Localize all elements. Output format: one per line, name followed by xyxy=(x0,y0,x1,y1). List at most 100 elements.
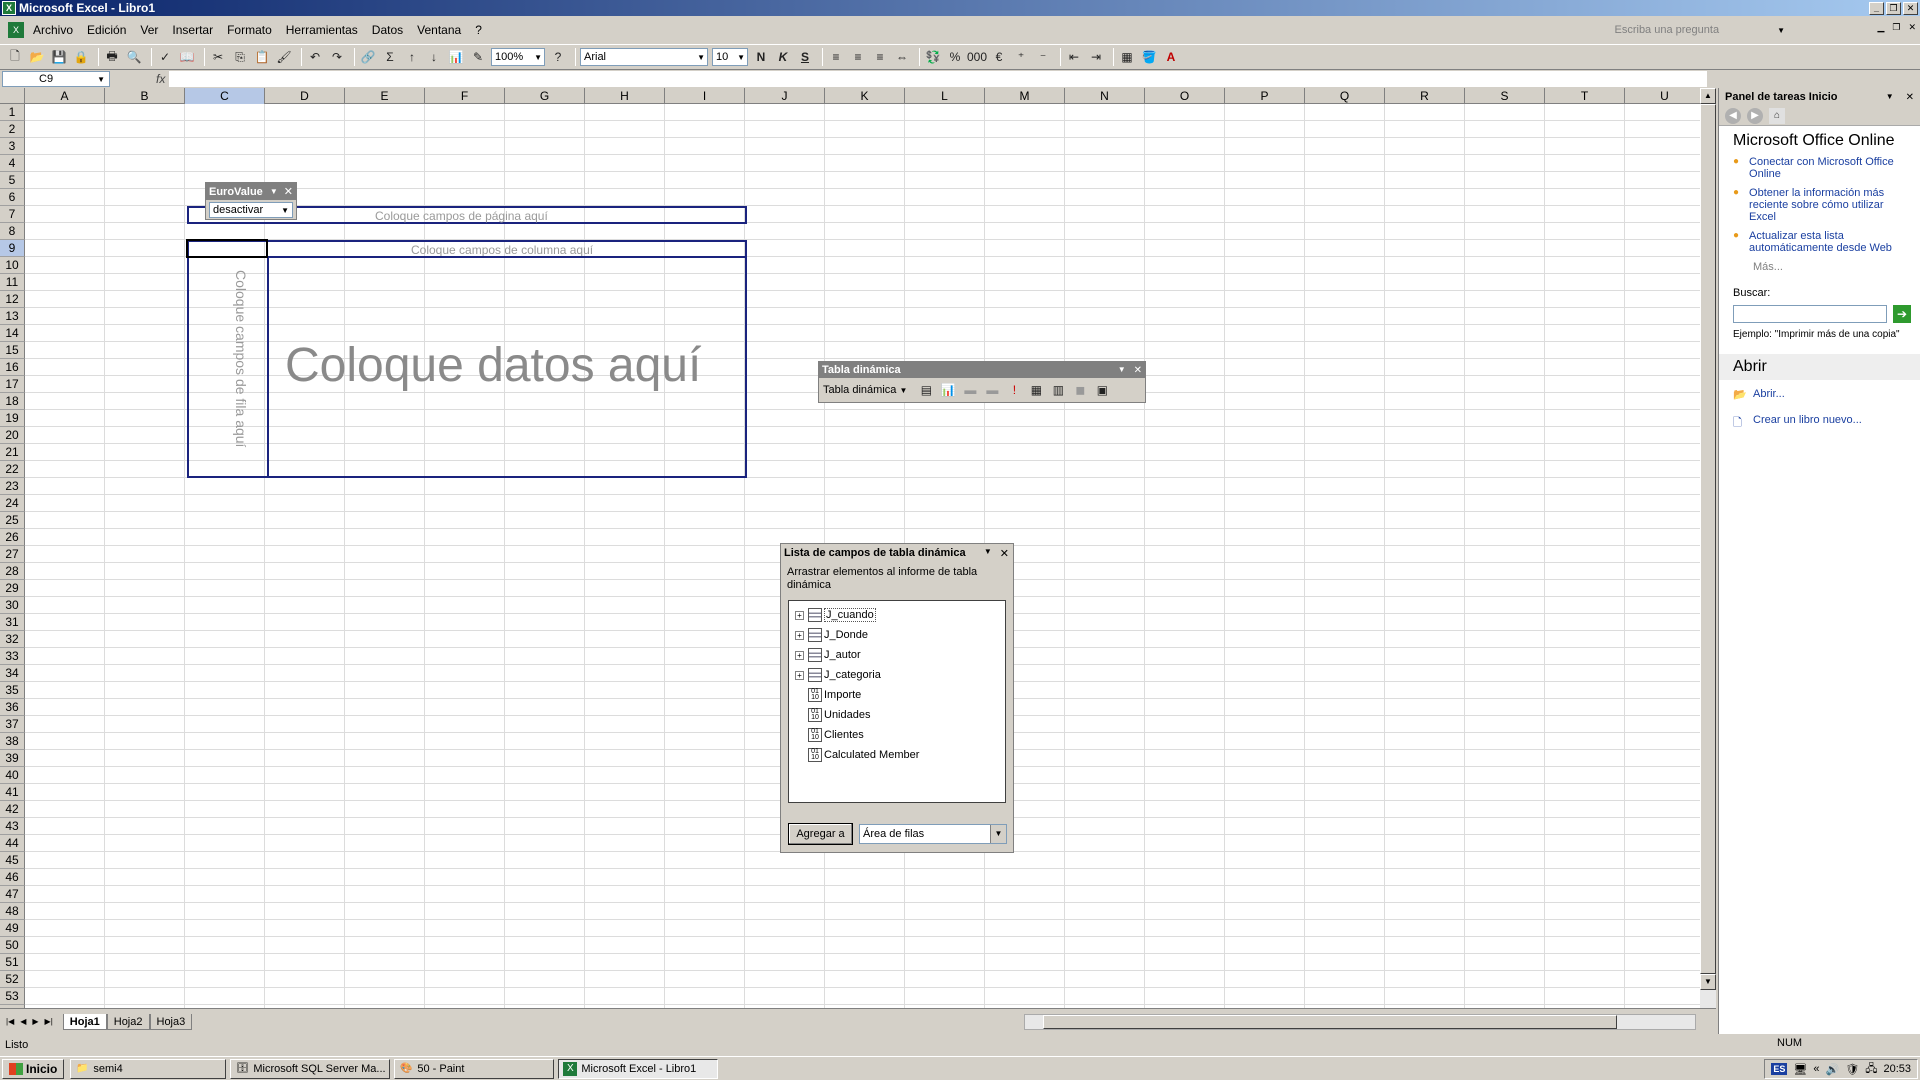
row-header-33[interactable]: 33 xyxy=(0,648,25,665)
column-header-u[interactable]: U xyxy=(1625,88,1700,104)
minimize-button[interactable]: _ xyxy=(1869,1,1884,15)
field-item[interactable]: 01 10 Importe xyxy=(789,685,1005,705)
chevron-down-icon[interactable]: ▼ xyxy=(270,187,278,196)
formula-input[interactable] xyxy=(169,71,1708,87)
hscroll-thumb[interactable] xyxy=(1043,1015,1617,1029)
field-item[interactable]: 01 10 Calculated Member xyxy=(789,745,1005,765)
column-header-t[interactable]: T xyxy=(1545,88,1625,104)
row-header-46[interactable]: 46 xyxy=(0,869,25,886)
row-header-27[interactable]: 27 xyxy=(0,546,25,563)
row-header-4[interactable]: 4 xyxy=(0,155,25,172)
help-icon[interactable]: ? xyxy=(549,48,567,66)
row-header-38[interactable]: 38 xyxy=(0,733,25,750)
font-size-combo[interactable]: 10 ▼ xyxy=(712,48,748,66)
row-header-3[interactable]: 3 xyxy=(0,138,25,155)
row-header-45[interactable]: 45 xyxy=(0,852,25,869)
column-header-g[interactable]: G xyxy=(505,88,585,104)
column-header-r[interactable]: R xyxy=(1385,88,1465,104)
field-settings-icon[interactable]: ▦ xyxy=(1027,381,1045,399)
close-button[interactable]: ✕ xyxy=(1903,1,1918,15)
taskbar-item-excel[interactable]: X Microsoft Excel - Libro1 xyxy=(558,1058,719,1079)
function-icon[interactable]: fx xyxy=(156,72,165,86)
column-header-d[interactable]: D xyxy=(265,88,345,104)
forward-icon[interactable]: ▶ xyxy=(1747,107,1763,124)
next-sheet-icon[interactable]: ▶ xyxy=(32,1017,38,1026)
row-header-18[interactable]: 18 xyxy=(0,393,25,410)
cut-icon[interactable]: ✂ xyxy=(209,48,227,66)
row-header-2[interactable]: 2 xyxy=(0,121,25,138)
chart-wizard-icon[interactable]: 📊 xyxy=(447,48,465,66)
field-item[interactable]: + J_autor xyxy=(789,645,1005,665)
field-item[interactable]: + J_Donde xyxy=(789,625,1005,645)
first-sheet-icon[interactable]: |◀ xyxy=(6,1017,14,1026)
search-go-icon[interactable]: ➔ xyxy=(1893,305,1911,323)
search-input[interactable] xyxy=(1733,305,1887,323)
align-left-icon[interactable]: ≡ xyxy=(827,48,845,66)
sheet-tab-hoja2[interactable]: Hoja2 xyxy=(106,1013,150,1030)
expand-icon[interactable]: + xyxy=(795,650,804,660)
increase-indent-icon[interactable]: ⇥ xyxy=(1087,48,1105,66)
chevron-down-icon[interactable]: ▼ xyxy=(990,825,1006,843)
new-book-link-text[interactable]: Crear un libro nuevo... xyxy=(1753,414,1862,426)
row-header-52[interactable]: 52 xyxy=(0,971,25,988)
field-item[interactable]: + J_categoria xyxy=(789,665,1005,685)
row-header-20[interactable]: 20 xyxy=(0,427,25,444)
link-text[interactable]: Actualizar esta lista automáticamente de… xyxy=(1749,230,1912,254)
row-header-14[interactable]: 14 xyxy=(0,325,25,342)
format-report-icon[interactable]: ▤ xyxy=(917,381,935,399)
row-header-17[interactable]: 17 xyxy=(0,376,25,393)
zoom-combo[interactable]: 100% ▼ xyxy=(491,48,545,66)
more-link[interactable]: Más... xyxy=(1753,261,1912,273)
menu-help[interactable]: ? xyxy=(468,23,489,37)
row-header-1[interactable]: 1 xyxy=(0,104,25,121)
row-header-13[interactable]: 13 xyxy=(0,308,25,325)
column-header-p[interactable]: P xyxy=(1225,88,1305,104)
fill-color-icon[interactable]: 🪣 xyxy=(1140,48,1158,66)
eurovalue-select[interactable]: desactivar ▼ xyxy=(209,202,293,218)
increase-decimal-icon[interactable]: ⁺ xyxy=(1012,48,1030,66)
row-header-21[interactable]: 21 xyxy=(0,444,25,461)
eurovalue-title-bar[interactable]: EuroValue ▼ ✕ xyxy=(206,183,296,200)
menu-ventana[interactable]: Ventana xyxy=(410,23,468,37)
pivot-chart-icon[interactable]: 📊 xyxy=(939,381,957,399)
row-header-30[interactable]: 30 xyxy=(0,597,25,614)
column-header-j[interactable]: J xyxy=(745,88,825,104)
row-header-35[interactable]: 35 xyxy=(0,682,25,699)
field-item[interactable]: + J_cuando xyxy=(789,605,1005,625)
row-header-28[interactable]: 28 xyxy=(0,563,25,580)
column-header-e[interactable]: E xyxy=(345,88,425,104)
row-header-11[interactable]: 11 xyxy=(0,274,25,291)
sheet-tab-hoja3[interactable]: Hoja3 xyxy=(149,1013,193,1030)
print-preview-icon[interactable]: 🔍 xyxy=(125,48,143,66)
row-header-41[interactable]: 41 xyxy=(0,784,25,801)
chevron-down-icon[interactable]: ▼ xyxy=(97,75,105,84)
link-item[interactable]: ● Conectar con Microsoft Office Online xyxy=(1733,156,1912,180)
hide-detail-icon[interactable]: ▬ xyxy=(961,381,979,399)
row-header-40[interactable]: 40 xyxy=(0,767,25,784)
undo-icon[interactable]: ↶ xyxy=(306,48,324,66)
row-header-6[interactable]: 6 xyxy=(0,189,25,206)
row-header-44[interactable]: 44 xyxy=(0,835,25,852)
column-header-f[interactable]: F xyxy=(425,88,505,104)
restore-button[interactable]: ❐ xyxy=(1886,1,1901,15)
add-to-button[interactable]: Agregar a xyxy=(788,823,853,845)
column-header-b[interactable]: B xyxy=(105,88,185,104)
last-sheet-icon[interactable]: ▶| xyxy=(45,1017,53,1026)
excel-icon[interactable]: X xyxy=(2,1,16,15)
doc-close-button[interactable]: ✕ xyxy=(1908,22,1916,33)
field-list-title-bar[interactable]: Lista de campos de tabla dinámica ▼ ✕ xyxy=(781,544,1013,562)
paste-icon[interactable]: 📋 xyxy=(253,48,271,66)
column-header-h[interactable]: H xyxy=(585,88,665,104)
menu-insertar[interactable]: Insertar xyxy=(165,23,220,37)
chevron-down-icon[interactable]: ▼ xyxy=(534,53,544,62)
link-item[interactable]: ● Actualizar esta lista automáticamente d… xyxy=(1733,230,1912,254)
taskbar-item-semi4[interactable]: 📁 semi4 xyxy=(70,1058,227,1079)
column-header-c[interactable]: C xyxy=(185,88,265,104)
expand-icon[interactable]: + xyxy=(795,610,804,620)
name-box[interactable]: C9 ▼ xyxy=(2,71,110,87)
sort-asc-icon[interactable]: ↑ xyxy=(403,48,421,66)
menu-archivo[interactable]: Archivo xyxy=(26,23,80,37)
row-header-22[interactable]: 22 xyxy=(0,461,25,478)
vertical-scrollbar[interactable]: ▲ ▼ xyxy=(1700,88,1716,1008)
back-icon[interactable]: ◀ xyxy=(1725,107,1741,124)
